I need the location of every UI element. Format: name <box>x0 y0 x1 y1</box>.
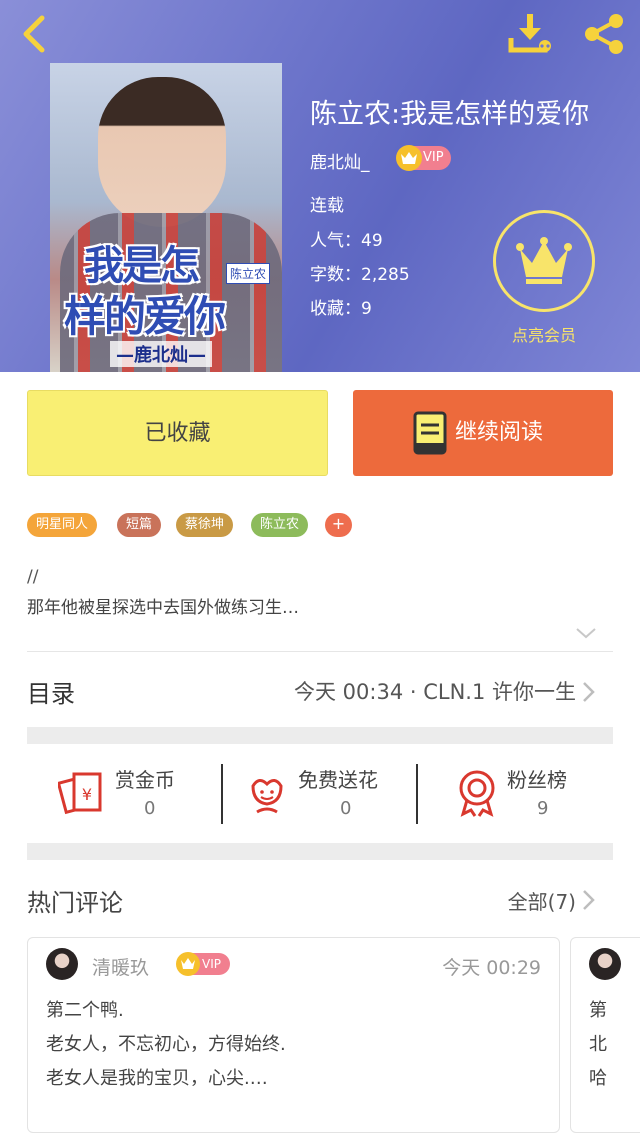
all-comments-link[interactable]: 全部(7) <box>508 886 576 915</box>
crown-icon <box>516 237 572 284</box>
tag-item[interactable]: 明星同人 <box>27 513 98 537</box>
book-cover[interactable]: 我是怎 陈立农 样的爱你 —鹿北灿— <box>50 63 282 372</box>
description-line2: 那年他被星探选中去国外做练习生… <box>27 598 299 618</box>
section-separator <box>27 727 613 744</box>
member-button[interactable] <box>493 210 595 312</box>
add-tag-button[interactable]: + <box>325 513 352 537</box>
description-line1: // <box>27 567 39 587</box>
book-icon <box>413 411 447 455</box>
back-button[interactable] <box>14 12 54 56</box>
stat-value: 0 <box>144 798 156 819</box>
vip-badge: VIP <box>176 952 230 976</box>
divider <box>27 651 613 652</box>
stat-value: 0 <box>340 798 352 819</box>
download-button[interactable] <box>507 12 555 56</box>
book-favorites: 收藏：9 <box>310 299 372 319</box>
crown-icon <box>176 952 200 976</box>
share-button[interactable] <box>580 12 628 56</box>
vip-label: VIP <box>202 957 221 971</box>
download-icon <box>508 14 551 53</box>
member-label[interactable]: 点亮会员 <box>497 322 591 346</box>
share-icon <box>585 14 623 54</box>
avatar[interactable] <box>46 948 78 980</box>
comment-user[interactable]: 清暖玖 <box>92 953 149 980</box>
book-title: 陈立农:我是怎样的爱你 <box>310 99 590 130</box>
comment-card[interactable]: 清暖玖 VIP 今天 00:29 第二个鸭. 老女人，不忘初心，方得始终. 老女… <box>27 937 560 1133</box>
toc-latest-chapter: 今天 00:34 · CLN.1 许你一生 <box>293 680 576 704</box>
book-popularity: 人气：49 <box>310 231 383 251</box>
comment-text-line: 哈 <box>589 1068 607 1089</box>
tag-item[interactable]: 短篇 <box>117 513 162 537</box>
author-name[interactable]: 鹿北灿_ <box>310 148 370 173</box>
comment-text-line: 第 <box>589 1000 607 1021</box>
vip-label: VIP <box>423 150 444 165</box>
chevron-right-icon[interactable] <box>580 888 596 912</box>
section-separator <box>27 843 613 860</box>
svg-text:¥: ¥ <box>82 785 92 804</box>
chevron-left-icon <box>23 15 45 53</box>
toc-label: 目录 <box>27 680 75 708</box>
send-flower-button[interactable]: 免费送花 0 <box>245 762 405 828</box>
stat-label: 粉丝榜 <box>507 768 567 792</box>
avatar[interactable] <box>589 948 621 980</box>
chevron-right-icon <box>583 682 595 702</box>
stat-divider <box>416 764 418 824</box>
hot-comments-title: 热门评论 <box>27 889 123 917</box>
comment-card[interactable]: 第 北 哈 <box>570 937 640 1133</box>
comment-text-line: 老女人，不忘初心，方得始终. <box>46 1034 286 1055</box>
medal-icon <box>459 770 495 817</box>
cover-tag: 陈立农 <box>226 263 271 284</box>
tag-item[interactable]: 蔡徐坤 <box>176 513 234 537</box>
fan-ranking-button[interactable]: 粉丝榜 9 <box>455 762 595 828</box>
continue-reading-label: 继续阅读 <box>455 420 544 445</box>
book-status: 连载 <box>310 196 344 216</box>
expand-description-icon[interactable] <box>575 626 597 640</box>
comment-text-line: 第二个鸭. <box>46 1000 124 1021</box>
tag-item[interactable]: 陈立农 <box>251 513 309 537</box>
stat-label: 赏金币 <box>115 768 175 792</box>
reward-coins-button[interactable]: ¥ 赏金币 0 <box>58 762 208 828</box>
crown-icon <box>396 145 422 171</box>
comment-text-line: 北 <box>589 1034 607 1055</box>
cover-portrait <box>98 77 226 227</box>
book-header: 我是怎 陈立农 样的爱你 —鹿北灿— 陈立农:我是怎样的爱你 鹿北灿_ VIP … <box>0 0 640 372</box>
book-word-count: 字数：2,285 <box>310 265 410 285</box>
cover-author: —鹿北灿— <box>110 341 212 367</box>
stat-value: 9 <box>537 798 549 819</box>
vip-badge: VIP <box>396 145 451 171</box>
cover-title-line2: 样的爱你 <box>64 292 226 341</box>
stat-divider <box>221 764 223 824</box>
stat-label: 免费送花 <box>298 768 378 792</box>
comment-time: 今天 00:29 <box>442 957 541 979</box>
red-envelope-icon: ¥ <box>58 772 102 815</box>
comment-text-line: 老女人是我的宝贝，心尖.… <box>46 1068 268 1089</box>
continue-reading-button[interactable]: 继续阅读 <box>353 390 613 476</box>
favorite-button[interactable]: 已收藏 <box>27 390 328 476</box>
flower-icon <box>251 779 283 814</box>
